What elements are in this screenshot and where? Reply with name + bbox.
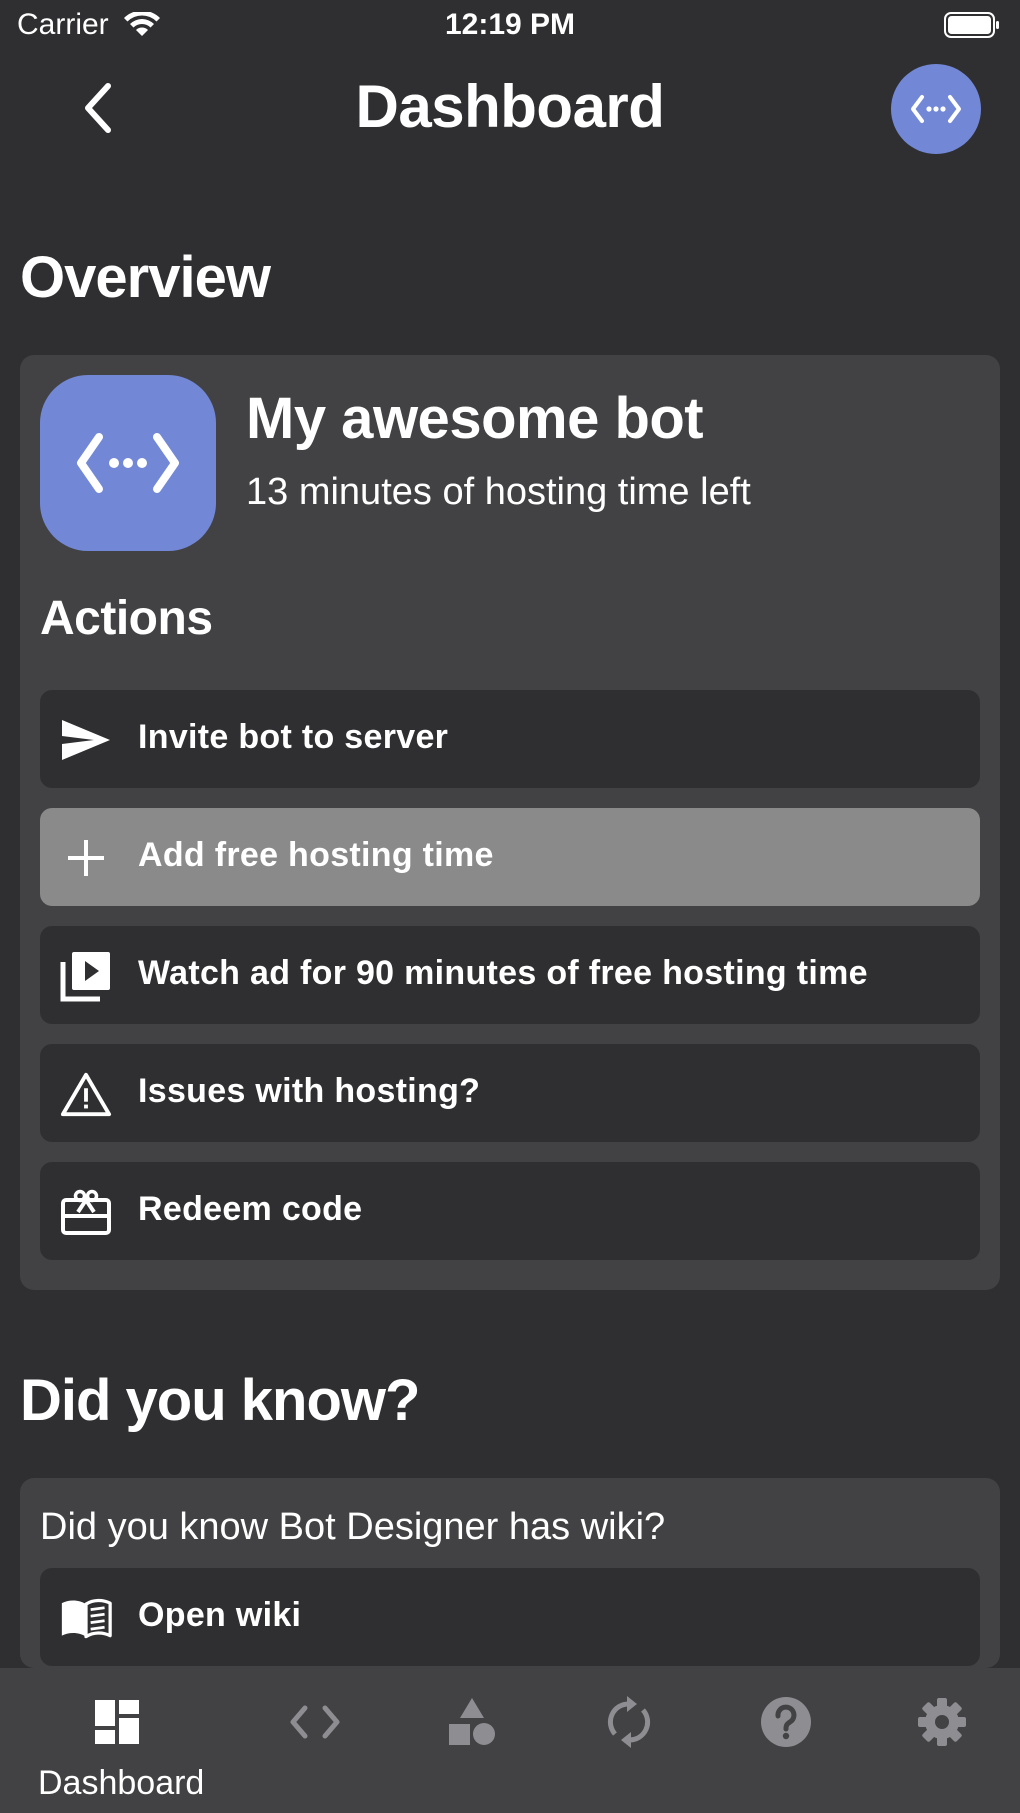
book-icon xyxy=(60,1592,112,1644)
help-icon xyxy=(707,1690,864,1754)
overview-title: Overview xyxy=(20,245,271,310)
did-you-know-title: Did you know? xyxy=(20,1368,420,1433)
tab-label: Dashboard xyxy=(38,1764,205,1802)
code-icon xyxy=(236,1690,393,1754)
open-wiki-button[interactable]: Open wiki xyxy=(40,1568,980,1666)
battery-icon xyxy=(944,12,999,38)
dashboard-icon xyxy=(38,1690,195,1754)
redeem-code-button[interactable]: Redeem code xyxy=(40,1162,980,1260)
video-library-icon xyxy=(60,950,112,1002)
tip-question: Did you know Bot Designer has wiki? xyxy=(40,1506,666,1548)
action-label: Watch ad for 90 minutes of free hosting … xyxy=(138,954,868,992)
hosting-issues-button[interactable]: Issues with hosting? xyxy=(40,1044,980,1142)
bot-icon xyxy=(40,375,216,551)
sync-icon xyxy=(550,1690,707,1754)
action-label: Invite bot to server xyxy=(138,718,449,756)
actions-title: Actions xyxy=(40,592,213,645)
tab-help[interactable] xyxy=(707,1668,864,1813)
status-bar: Carrier 12:19 PM xyxy=(0,0,1020,52)
tab-bar: Dashboard xyxy=(0,1668,1020,1813)
bot-avatar-button[interactable] xyxy=(891,64,981,154)
send-icon xyxy=(60,714,112,766)
tab-shapes[interactable] xyxy=(393,1668,550,1813)
invite-bot-button[interactable]: Invite bot to server xyxy=(40,690,980,788)
tab-code[interactable] xyxy=(236,1668,393,1813)
action-label: Open wiki xyxy=(138,1596,302,1634)
settings-icon xyxy=(863,1690,1020,1754)
tab-settings[interactable] xyxy=(863,1668,1020,1813)
tab-dashboard[interactable]: Dashboard xyxy=(38,1668,205,1813)
code-dots-icon xyxy=(77,433,179,493)
action-label: Redeem code xyxy=(138,1190,363,1228)
plus-icon xyxy=(60,832,112,884)
action-label: Add free hosting time xyxy=(138,836,494,874)
code-dots-icon xyxy=(911,95,961,123)
watch-ad-button[interactable]: Watch ad for 90 minutes of free hosting … xyxy=(40,926,980,1024)
gift-card-icon xyxy=(60,1186,112,1238)
tab-sync[interactable] xyxy=(550,1668,707,1813)
shapes-icon xyxy=(393,1690,550,1754)
overview-card: My awesome bot 13 minutes of hosting tim… xyxy=(20,355,1000,1290)
did-you-know-card: Did you know Bot Designer has wiki? Open… xyxy=(20,1478,1000,1668)
page-title: Dashboard xyxy=(355,73,665,140)
hosting-time-label: 13 minutes of hosting time left xyxy=(246,471,751,513)
bot-name: My awesome bot xyxy=(246,386,704,451)
warning-icon xyxy=(60,1068,112,1120)
add-free-hosting-button[interactable]: Add free hosting time xyxy=(40,808,980,906)
action-label: Issues with hosting? xyxy=(138,1072,481,1110)
status-time: 12:19 PM xyxy=(444,8,576,41)
